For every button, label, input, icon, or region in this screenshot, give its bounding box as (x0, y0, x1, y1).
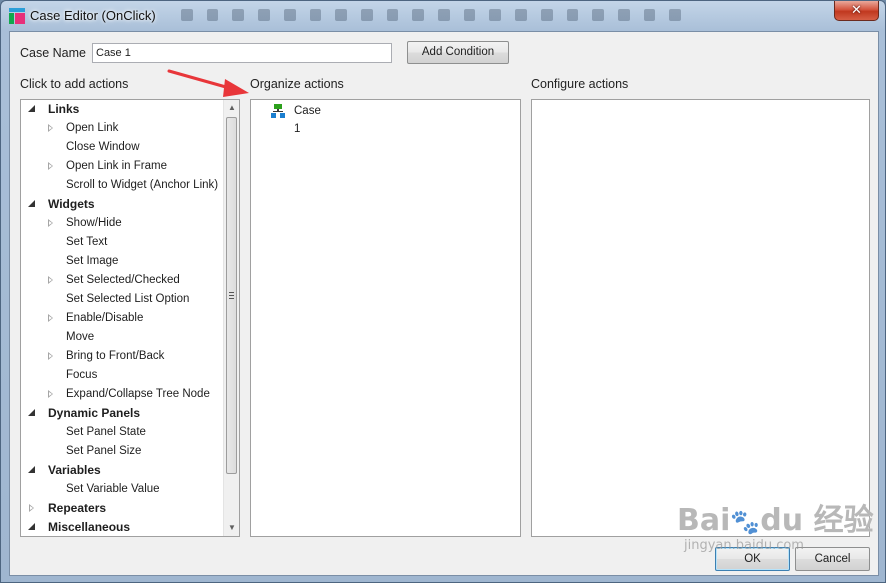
action-item-label: Focus (66, 369, 98, 381)
collapse-triangle-icon[interactable] (27, 195, 37, 214)
action-item-label: Set Text (66, 236, 108, 248)
category-label: Links (48, 102, 80, 116)
action-item-label: Scroll to Widget (Anchor Link) (66, 179, 219, 191)
close-icon: ✕ (851, 2, 862, 17)
action-item-label: Open Link in Frame (66, 160, 167, 172)
collapse-triangle-icon[interactable] (27, 518, 37, 536)
actions-tree-panel: Links Open Link Close Window Open Link in F… (20, 99, 240, 537)
action-item-label: Set Image (66, 255, 119, 267)
annotation-arrow (167, 69, 249, 97)
expand-triangle-icon[interactable] (46, 309, 56, 328)
case-name-label: Case Name (20, 46, 86, 60)
action-item-label: Enable/Disable (66, 312, 144, 324)
category-label: Dynamic Panels (48, 406, 141, 420)
watermark-logo: Bai🐾du 经验 (677, 503, 874, 538)
actions-scrollbar[interactable]: ▲ ▼ (223, 100, 239, 536)
configure-actions-panel (531, 99, 870, 537)
case-name-input[interactable]: Case 1 (92, 43, 392, 63)
add-condition-button[interactable]: Add Condition (407, 41, 509, 64)
action-item-label: Expand/Collapse Tree Node (66, 388, 210, 400)
case-node-label: Case 1 (294, 105, 321, 135)
action-item-label: Bring to Front/Back (66, 350, 165, 362)
title-bar[interactable]: Case Editor (OnClick) ✕ (1, 1, 885, 31)
expand-triangle-icon[interactable] (46, 157, 56, 176)
scrollbar-thumb[interactable] (226, 117, 237, 474)
case-editor-window: Case Editor (OnClick) ✕ Case Name Case 1… (0, 0, 886, 583)
cancel-button[interactable]: Cancel (795, 547, 870, 571)
middle-panel-heading: Organize actions (250, 77, 344, 91)
close-button[interactable]: ✕ (834, 1, 879, 21)
action-item-label: Set Panel Size (66, 445, 142, 457)
action-item-label: Set Selected/Checked (66, 274, 180, 286)
collapse-triangle-icon[interactable] (27, 404, 37, 423)
action-item-label: Close Window (66, 141, 140, 153)
expand-triangle-icon[interactable] (46, 347, 56, 366)
expand-triangle-icon[interactable] (46, 214, 56, 233)
collapse-triangle-icon[interactable] (27, 100, 37, 119)
left-panel-heading: Click to add actions (20, 77, 129, 91)
actions-tree: Links Open Link Close Window Open Link in F… (21, 100, 223, 536)
expand-triangle-icon[interactable] (27, 499, 37, 518)
category-label: Variables (48, 463, 101, 477)
window-title: Case Editor (OnClick) (30, 8, 156, 23)
watermark-url: jingyan.baidu.com (684, 538, 804, 553)
app-icon (9, 8, 25, 24)
category-label: Miscellaneous (48, 520, 131, 534)
right-panel-heading: Configure actions (531, 77, 629, 91)
action-item-label: Open Link (66, 122, 119, 134)
expand-triangle-icon[interactable] (46, 385, 56, 404)
organize-actions-panel: Case 1 (250, 99, 521, 537)
case-node-icon (271, 104, 285, 118)
collapse-triangle-icon[interactable] (27, 461, 37, 480)
scroll-down-icon[interactable]: ▼ (224, 520, 240, 536)
expand-triangle-icon[interactable] (46, 119, 56, 138)
category-label: Repeaters (48, 501, 107, 515)
action-item-label: Move (66, 331, 95, 343)
action-item-label: Set Panel State (66, 426, 146, 438)
action-item-label: Set Selected List Option (66, 293, 190, 305)
category-label: Widgets (48, 197, 95, 211)
action-item-label: Set Variable Value (66, 483, 160, 495)
action-item-label: Show/Hide (66, 217, 122, 229)
expand-triangle-icon[interactable] (46, 271, 56, 290)
